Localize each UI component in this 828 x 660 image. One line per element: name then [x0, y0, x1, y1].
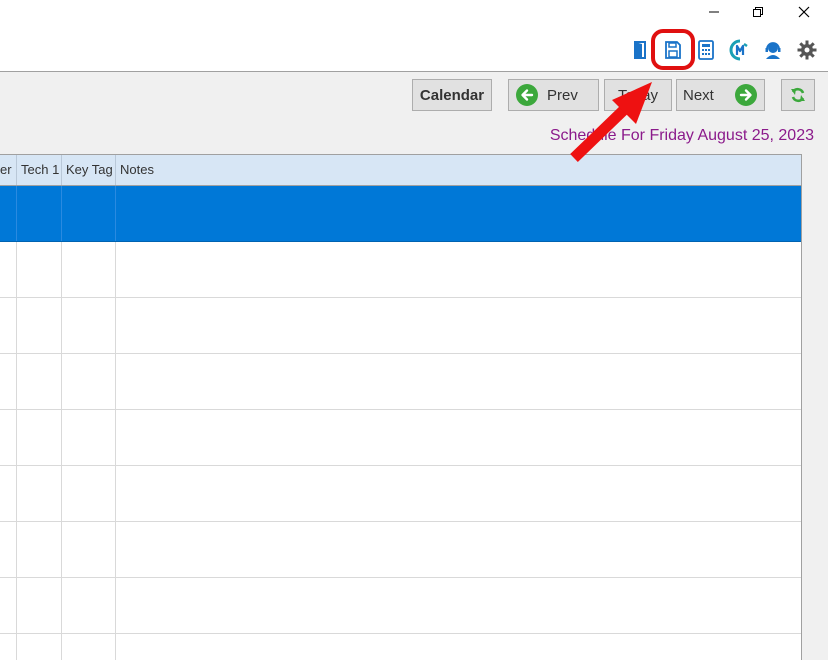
- column-divider: [16, 242, 17, 660]
- calculator-icon: [698, 40, 714, 60]
- m-logo-icon: [729, 39, 748, 61]
- minimize-icon: [709, 11, 719, 13]
- prev-button[interactable]: Prev: [508, 79, 599, 111]
- prev-button-label: Prev: [547, 86, 578, 104]
- column-header-er[interactable]: er: [0, 155, 17, 185]
- next-button[interactable]: Next: [676, 79, 765, 111]
- column-divider: [61, 242, 62, 660]
- table-row[interactable]: [0, 354, 801, 410]
- m-app-button[interactable]: [729, 39, 751, 61]
- column-header-key-tag[interactable]: Key Tag: [62, 155, 116, 185]
- table-row[interactable]: [0, 242, 801, 298]
- column-divider: [115, 242, 116, 660]
- next-button-label: Next: [683, 86, 714, 104]
- exit-button[interactable]: [629, 39, 651, 61]
- schedule-title: Schedule For Friday August 25, 2023: [549, 127, 814, 144]
- support-agent-icon: [765, 42, 781, 59]
- column-header-tech1[interactable]: Tech 1: [17, 155, 62, 185]
- grid-scroll-area[interactable]: [803, 154, 828, 660]
- restore-button[interactable]: [735, 0, 781, 24]
- restore-icon: [753, 7, 763, 17]
- close-button[interactable]: [781, 0, 827, 24]
- table-row[interactable]: [0, 634, 801, 660]
- arrow-right-icon: [735, 84, 757, 106]
- table-row[interactable]: [0, 410, 801, 466]
- main-toolbar: [0, 24, 828, 72]
- table-row[interactable]: [0, 186, 801, 242]
- today-button-label: Today: [617, 86, 659, 104]
- minimize-button[interactable]: [691, 0, 737, 24]
- today-button[interactable]: Today: [604, 79, 672, 111]
- calculator-button[interactable]: [695, 39, 717, 61]
- grid-header: er Tech 1 Key Tag Notes: [0, 154, 801, 186]
- column-header-notes[interactable]: Notes: [116, 155, 801, 185]
- arrow-left-icon: [516, 84, 538, 106]
- gear-icon: [797, 40, 817, 60]
- exit-door-icon: [634, 41, 646, 59]
- table-row[interactable]: [0, 522, 801, 578]
- table-row[interactable]: [0, 298, 801, 354]
- title-bar: [0, 0, 828, 24]
- refresh-icon: [791, 87, 805, 103]
- schedule-pane: Calendar Prev Today Next Schedule For Fr…: [0, 72, 828, 660]
- table-row[interactable]: [0, 578, 801, 634]
- schedule-grid: er Tech 1 Key Tag Notes: [0, 154, 802, 660]
- calendar-button-label: Calendar: [419, 86, 485, 104]
- settings-button[interactable]: [796, 39, 818, 61]
- save-icon: [665, 41, 681, 59]
- support-button[interactable]: [762, 39, 784, 61]
- close-icon: [798, 6, 810, 18]
- calendar-button[interactable]: Calendar: [412, 79, 492, 111]
- refresh-button[interactable]: [781, 79, 815, 111]
- table-row[interactable]: [0, 466, 801, 522]
- save-button[interactable]: [662, 39, 684, 61]
